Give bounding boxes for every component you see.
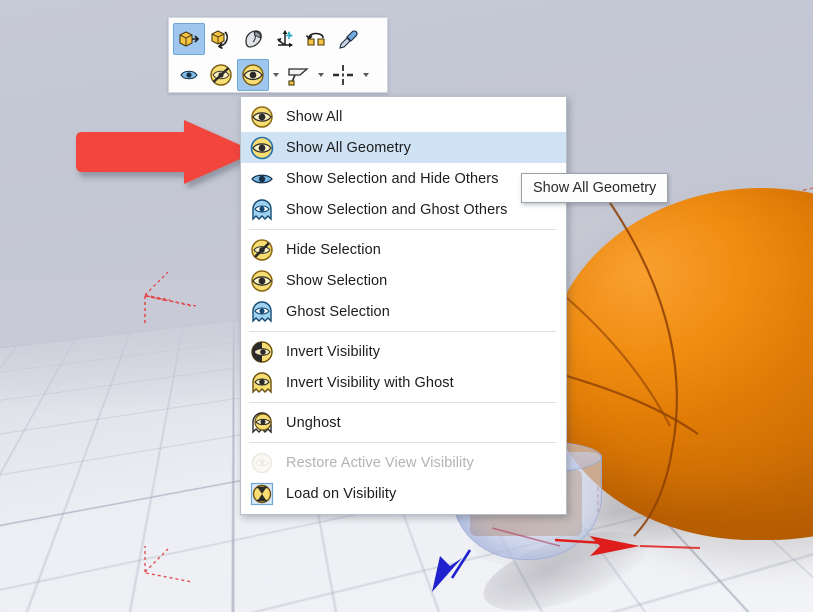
eye-crossed-icon [210,64,232,86]
y-axis-line [491,527,561,547]
eye-yellow-ring-icon [247,135,277,161]
eyedropper-button[interactable] [333,23,365,55]
menu-tooltip: Show All Geometry [521,173,669,203]
show-hidden-button[interactable] [173,59,205,91]
menu-separator [249,229,556,230]
menu-item-label: Hide Selection [286,241,381,258]
menu-item-invert-visibility-with-ghost[interactable]: Invert Visibility with Ghost [241,367,566,398]
menu-item-show-selection-and-ghost-others[interactable]: Show Selection and Ghost Others [241,194,566,225]
menu-item-label: Show All Geometry [286,139,411,156]
menu-item-label: Ghost Selection [286,303,390,320]
snap-point-dropdown-arrow[interactable] [359,60,372,90]
cubes-undo-icon [305,32,325,46]
menu-item-hide-selection[interactable]: Hide Selection [241,234,566,265]
ghost-eye-outline-icon [252,411,272,434]
pick-mouse-button[interactable] [237,23,269,55]
cube-arrow-icon [179,31,200,47]
menu-item-restore-active-view-visibility: Restore Active View Visibility [241,447,566,478]
menu-item-load-on-visibility[interactable]: Load on Visibility [241,478,566,509]
chevron-down-icon [317,73,324,77]
eye-small-icon [180,70,198,80]
rotate-object-button[interactable] [205,23,237,55]
menu-item-show-selection[interactable]: Show Selection [241,265,566,296]
menu-separator [249,442,556,443]
eye-yellow-icon [247,104,277,130]
menu-item-label: Restore Active View Visibility [286,454,474,471]
menu-item-label: Unghost [286,414,341,431]
move-to-layer-button[interactable] [173,23,205,55]
crosshair-icon [333,65,353,85]
eye-half-yellow-icon [247,339,277,365]
menu-item-label: Show Selection and Hide Others [286,170,499,187]
move-arrows-icon [277,30,293,48]
menu-item-label: Load on Visibility [286,485,397,502]
visibility-toolbar[interactable] [168,17,388,93]
ghost-eye-outline-icon [247,410,277,436]
toolbar-row-2 [173,57,385,93]
menu-item-show-all-geometry[interactable]: Show All Geometry [241,132,566,163]
ghost-eye-yellow-icon [252,371,272,394]
eye-blue-small-icon [247,166,277,192]
menu-item-label: Invert Visibility with Ghost [286,374,454,391]
menu-item-label: Show All [286,108,343,125]
mouse-icon [245,30,262,48]
ghost-eye-blue-icon [252,198,272,221]
menu-item-label: Show Selection [286,272,388,289]
chevron-down-icon [362,73,369,77]
cube-rotate-icon [211,30,228,49]
eye-yellow-icon [251,105,273,128]
tooltip-text: Show All Geometry [533,180,657,196]
visibility-dropdown-menu[interactable]: Show All Show All Geometry Show Selection … [240,96,567,515]
menu-item-show-selection-and-hide-others[interactable]: Show Selection and Hide Others [241,163,566,194]
menu-separator [249,331,556,332]
restore-view-icon [251,452,273,473]
ghost-eye-blue-icon [252,300,272,323]
hourglass-icon [247,481,277,507]
clip-plane-icon [288,68,309,86]
eye-blue-small-icon [251,174,273,183]
eye-yellow-ring-icon [250,136,274,159]
menu-item-invert-visibility[interactable]: Invert Visibility [241,336,566,367]
toolbar-row-1 [173,21,385,57]
menu-item-label: Invert Visibility [286,343,381,360]
menu-item-ghost-selection[interactable]: Ghost Selection [241,296,566,327]
eye-crossed-yellow-icon [251,238,273,261]
hourglass-icon [250,482,274,505]
undo-transform-button[interactable] [301,23,333,55]
z-axis-arrow [432,549,472,592]
eyedropper-icon [339,30,358,49]
restore-view-icon [247,450,277,476]
ghost-eye-blue-icon [247,299,277,325]
callout-arrow [76,120,256,184]
eye-crossed-yellow-icon [247,237,277,263]
show-all-geometry-dropdown-arrow[interactable] [269,60,282,90]
eye-open-icon [242,64,264,86]
menu-separator [249,402,556,403]
clipping-plane-button[interactable] [282,59,314,91]
menu-item-label: Show Selection and Ghost Others [286,201,508,218]
eye-half-yellow-icon [251,340,273,363]
menu-item-unghost[interactable]: Unghost [241,407,566,438]
move-handles-button[interactable] [269,23,301,55]
hide-selection-button[interactable] [205,59,237,91]
eye-yellow-icon [251,269,273,292]
ghost-eye-blue-icon [247,197,277,223]
eye-yellow-icon [247,268,277,294]
ghost-eye-yellow-icon [247,370,277,396]
clipping-plane-dropdown-arrow[interactable] [314,60,327,90]
chevron-down-icon [272,73,279,77]
x-axis-arrow [554,536,701,556]
show-all-geometry-button[interactable] [237,59,269,91]
snap-point-button[interactable] [327,59,359,91]
menu-item-show-all[interactable]: Show All [241,101,566,132]
